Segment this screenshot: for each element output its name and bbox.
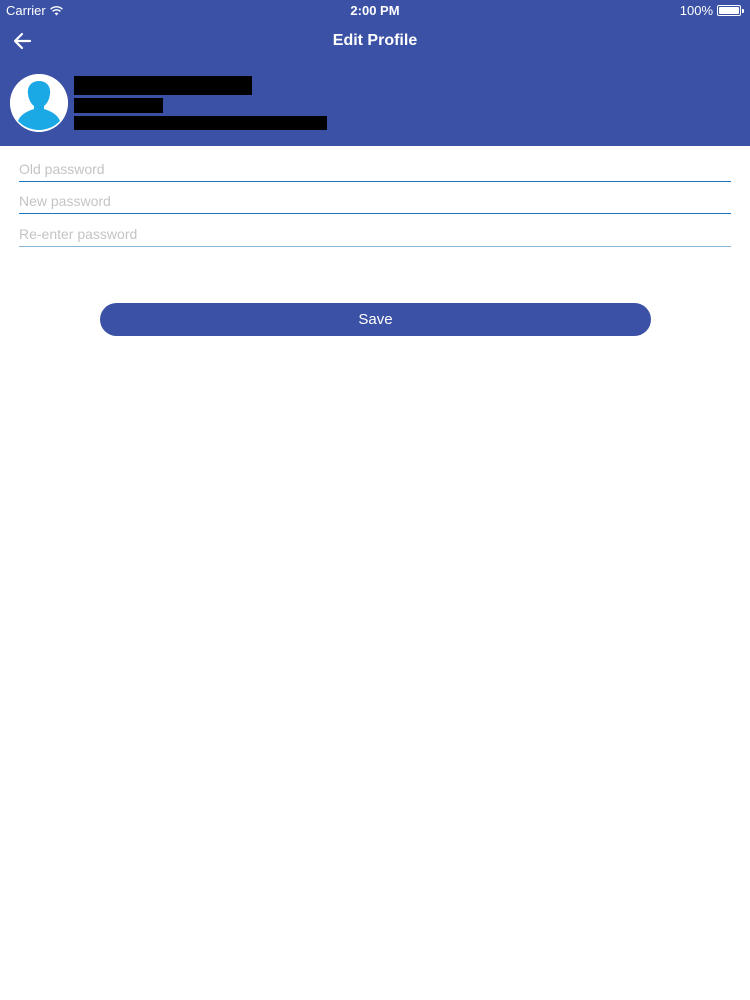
battery-percent: 100% — [679, 3, 713, 18]
avatar — [10, 74, 68, 132]
battery-tip — [742, 8, 744, 13]
page-title: Edit Profile — [332, 32, 418, 49]
battery-icon — [717, 5, 741, 16]
battery-level — [719, 7, 739, 14]
status-battery: 100% — [680, 3, 744, 18]
old-password-field — [19, 155, 731, 182]
redacted-name — [74, 76, 252, 95]
new-password-input[interactable] — [19, 190, 731, 213]
nav-bar: Edit Profile — [0, 20, 750, 62]
new-password-field — [19, 187, 731, 214]
redacted-email — [74, 116, 327, 130]
user-avatar-icon — [10, 74, 68, 132]
header: Carrier 2:00 PM 100% Edit Profile — [0, 0, 750, 146]
reenter-password-field — [19, 220, 731, 247]
save-button[interactable]: Save — [100, 303, 651, 336]
reenter-password-input[interactable] — [19, 223, 731, 246]
redacted-username — [74, 98, 163, 113]
status-time: 2:00 PM — [350, 3, 400, 18]
status-bar: Carrier 2:00 PM 100% — [0, 0, 750, 20]
old-password-input[interactable] — [19, 158, 731, 181]
edit-profile-screen: Carrier 2:00 PM 100% Edit Profile Save — [0, 0, 750, 1000]
